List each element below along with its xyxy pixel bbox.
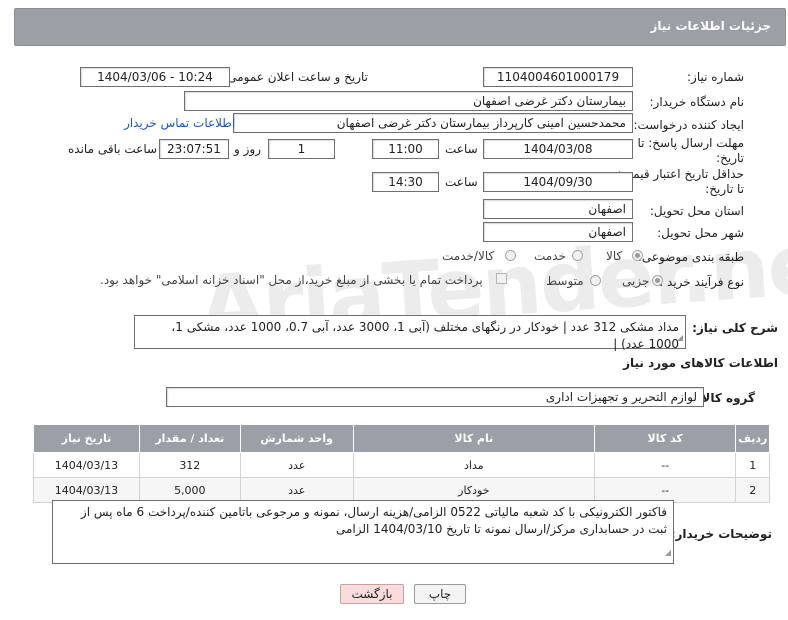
table-row[interactable]: 2 -- خودکار عدد 5,000 1404/03/13	[33, 477, 770, 503]
cell-unit: عدد	[239, 477, 354, 503]
deadline-time-label: ساعت	[445, 142, 478, 156]
goods-group-label: گروه کالا:	[696, 391, 755, 405]
goods-info-title: اطلاعات کالاهای مورد نیاز	[623, 356, 778, 370]
city-label: شهر محل تحویل:	[657, 226, 744, 240]
page-title: جزئیات اطلاعات نیاز	[650, 19, 771, 33]
cell-unit: عدد	[239, 452, 354, 478]
table-header-row: ردیف کد کالا نام کالا واحد شمارش تعداد /…	[33, 424, 770, 453]
table-row[interactable]: 1 -- مداد عدد 312 1404/03/13	[33, 452, 770, 478]
buyer-org-label: نام دستگاه خریدار:	[649, 95, 745, 109]
contact-info-link[interactable]: اطلاعات تماس خریدار	[124, 116, 235, 130]
deadline-label: مهلت ارسال پاسخ: تا تاریخ:	[637, 136, 744, 165]
validity-time-field[interactable]: 14:30	[372, 172, 439, 192]
requester-label: ایجاد کننده درخواست:	[633, 118, 744, 132]
cell-quantity: 5,000	[138, 477, 241, 503]
cell-code: --	[593, 477, 737, 503]
remaining-time-field[interactable]: 23:07:51	[159, 139, 229, 159]
validity-label: حداقل تاریخ اعتبار قیمت: تا تاریخ:	[617, 167, 744, 196]
buyer-org-field[interactable]: بیمارستان دکتر غرضی اصفهان	[184, 91, 633, 111]
remaining-label: ساعت باقی مانده	[68, 142, 158, 156]
col-header-name: نام کالا	[352, 424, 595, 453]
category-radio-goods[interactable]	[632, 250, 643, 261]
cell-code: --	[593, 452, 737, 478]
category-label: طبقه بندی موضوعی:	[637, 250, 744, 264]
cell-date: 1404/03/13	[33, 477, 140, 503]
process-medium-label: متوسط	[546, 274, 584, 288]
province-label: استان محل تحویل:	[649, 204, 744, 218]
description-text: مداد مشکی 312 عدد | خودکار در رنگهای مخت…	[171, 320, 679, 351]
process-minor-label: جزیی	[622, 274, 650, 288]
process-radio-medium[interactable]	[590, 275, 601, 286]
announce-label: تاریخ و ساعت اعلان عمومی:	[223, 70, 368, 84]
announce-field[interactable]: 1404/03/06 - 10:24	[80, 67, 230, 87]
col-header-row-number: ردیف	[735, 424, 770, 453]
cell-row-number: 2	[735, 477, 770, 503]
description-field[interactable]: مداد مشکی 312 عدد | خودکار در رنگهای مخت…	[134, 315, 686, 351]
cell-name: مداد	[352, 452, 595, 478]
cell-date: 1404/03/13	[33, 452, 140, 478]
deadline-time-field[interactable]: 11:00	[372, 139, 439, 159]
category-radio-service[interactable]	[572, 250, 583, 261]
category-radio-both[interactable]	[505, 250, 516, 261]
city-field[interactable]: اصفهان	[483, 222, 633, 242]
validity-time-label: ساعت	[445, 175, 478, 189]
items-table: ردیف کد کالا نام کالا واحد شمارش تعداد /…	[33, 424, 770, 503]
back-button[interactable]: بازگشت	[340, 584, 404, 604]
buyer-notes-text: فاکتور الکترونیکی با کد شعبه مالیاتی 052…	[80, 505, 667, 536]
col-header-unit: واحد شمارش	[239, 424, 354, 453]
col-header-date: تاریخ نیاز	[33, 424, 140, 453]
treasury-checkbox[interactable]	[496, 273, 507, 284]
need-number-label: شماره نیاز:	[687, 70, 744, 84]
requester-field[interactable]: محمدحسین امینی کارپرداز بیمارستان دکتر غ…	[233, 113, 633, 133]
days-label: روز و	[234, 142, 261, 156]
deadline-date-field[interactable]: 1404/03/08	[483, 139, 633, 159]
category-both-label: کالا/خدمت	[442, 249, 495, 263]
print-button[interactable]: چاپ	[414, 584, 466, 604]
buyer-notes-field[interactable]: فاکتور الکترونیکی با کد شعبه مالیاتی 052…	[52, 500, 674, 564]
col-header-quantity: تعداد / مقدار	[138, 424, 241, 453]
payment-note: پرداخت تمام یا بخشی از مبلغ خرید،از محل …	[100, 273, 483, 287]
cell-quantity: 312	[138, 452, 241, 478]
description-label: شرح کلی نیاز:	[692, 321, 778, 335]
cell-row-number: 1	[735, 452, 770, 478]
need-number-field[interactable]: 1104004601000179	[483, 67, 633, 87]
goods-group-field[interactable]: لوازم التحریر و تجهیزات اداری	[166, 387, 704, 407]
buyer-notes-label: توضیحات خریدار:	[670, 527, 772, 541]
category-service-label: خدمت	[534, 249, 566, 263]
col-header-code: کد کالا	[593, 424, 737, 453]
resize-grip-icon[interactable]: ◢	[665, 544, 671, 561]
process-label: نوع فرآیند خرید :	[659, 275, 744, 289]
cell-name: خودکار	[352, 477, 595, 503]
header-panel: جزئیات اطلاعات نیاز	[14, 8, 786, 46]
province-field[interactable]: اصفهان	[483, 199, 633, 219]
days-field[interactable]: 1	[268, 139, 335, 159]
validity-date-field[interactable]: 1404/09/30	[483, 172, 633, 192]
process-radio-minor[interactable]	[652, 275, 663, 286]
category-goods-label: کالا	[606, 249, 623, 263]
resize-grip-icon[interactable]: ◢	[677, 329, 683, 346]
